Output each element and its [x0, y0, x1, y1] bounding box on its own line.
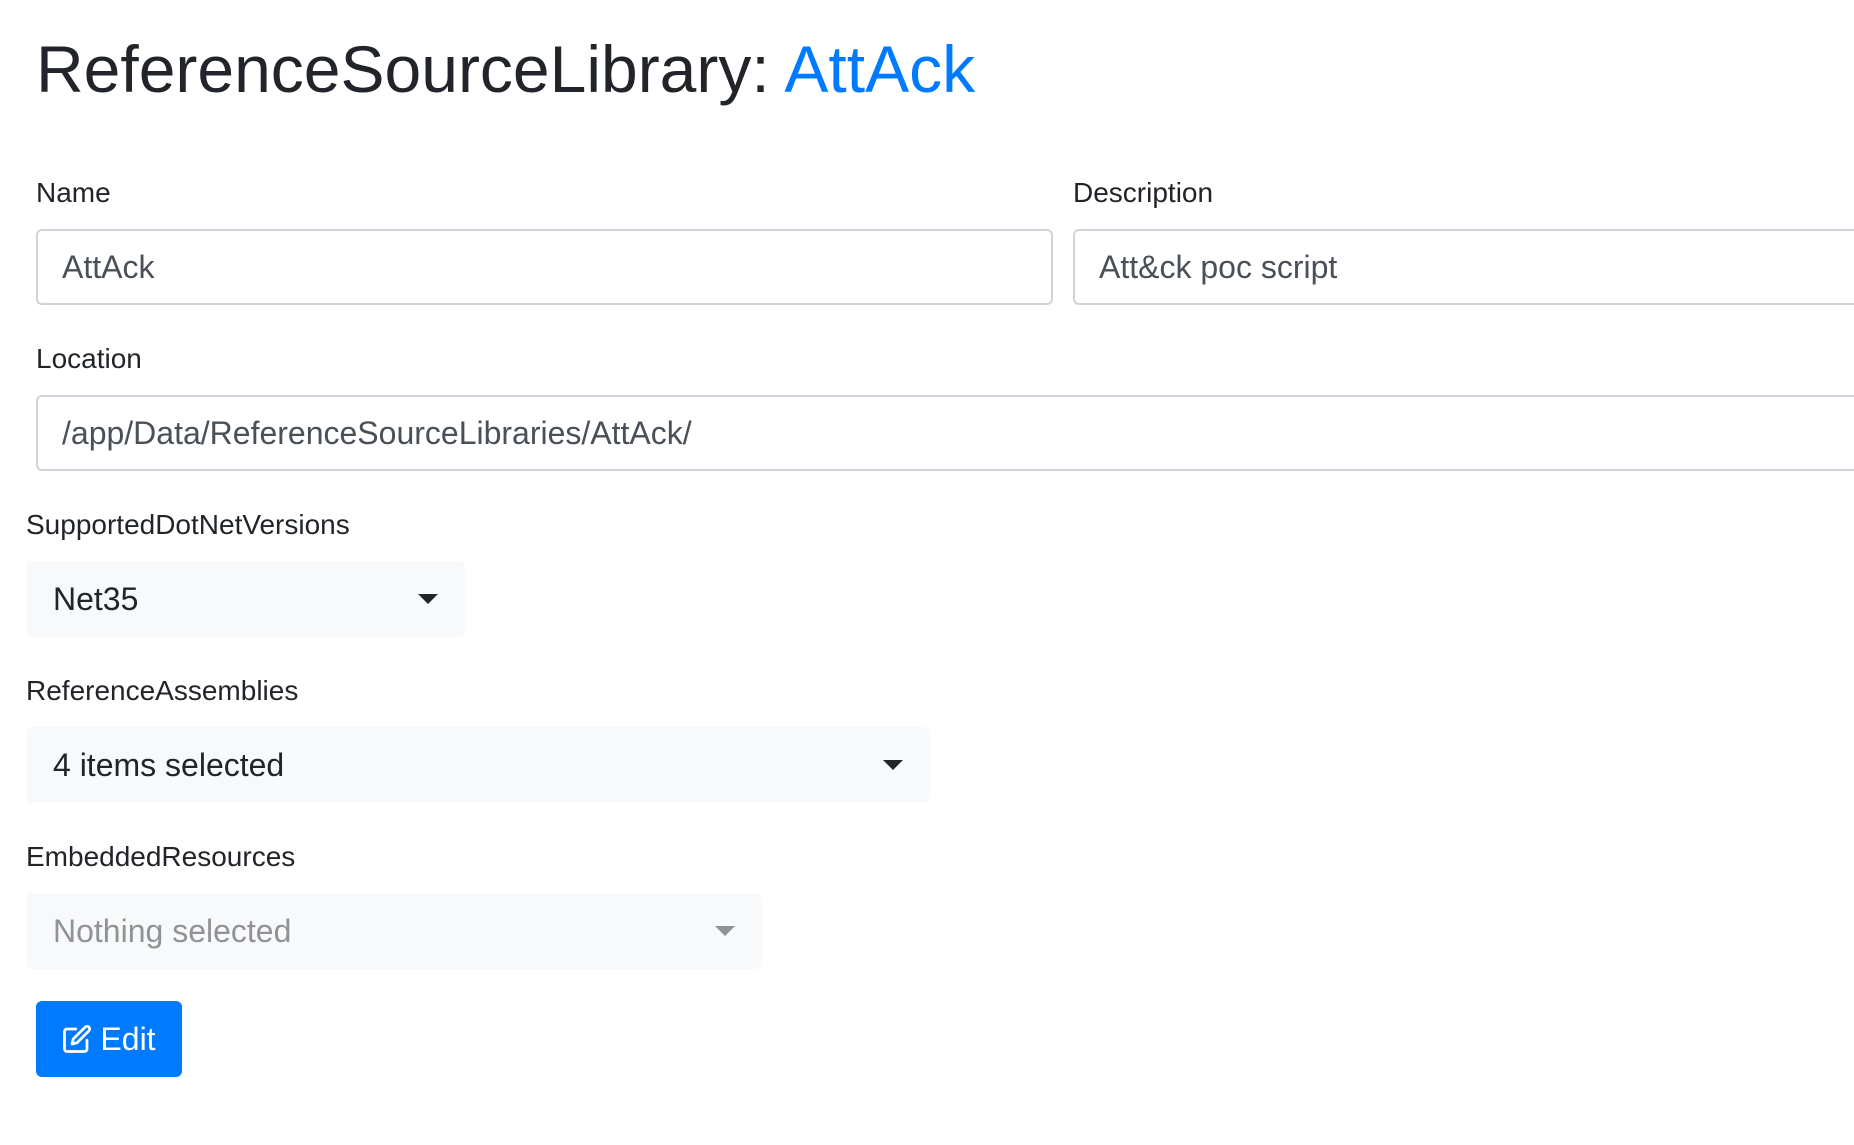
edit-button[interactable]: Edit [36, 1001, 182, 1077]
pencil-square-icon [62, 1024, 92, 1054]
page-title-prefix: ReferenceSourceLibrary: [36, 32, 785, 106]
caret-down-icon [715, 926, 735, 936]
embedded-resources-value: Nothing selected [53, 912, 292, 949]
reference-assemblies-value: 4 items selected [53, 746, 285, 783]
supported-dotnet-versions-label: SupportedDotNetVersions [26, 509, 350, 540]
library-name-link[interactable]: AttAck [784, 32, 975, 106]
supported-dotnet-versions-select[interactable]: Net35 [26, 561, 465, 637]
caret-down-icon [883, 760, 903, 770]
reference-assemblies-select[interactable]: 4 items selected [26, 727, 930, 803]
location-input[interactable] [36, 395, 1854, 471]
description-input[interactable] [1073, 229, 1854, 305]
reference-assemblies-label: ReferenceAssemblies [26, 675, 299, 706]
caret-down-icon [418, 594, 438, 604]
supported-dotnet-versions-value: Net35 [53, 580, 139, 617]
name-input[interactable] [36, 229, 1053, 305]
location-label: Location [36, 343, 142, 374]
embedded-resources-select[interactable]: Nothing selected [26, 893, 762, 969]
name-label: Name [36, 177, 111, 208]
embedded-resources-label: EmbeddedResources [26, 841, 296, 872]
page-title: ReferenceSourceLibrary: AttAck [36, 30, 975, 109]
description-label: Description [1073, 177, 1214, 208]
edit-button-label: Edit [100, 1020, 156, 1057]
